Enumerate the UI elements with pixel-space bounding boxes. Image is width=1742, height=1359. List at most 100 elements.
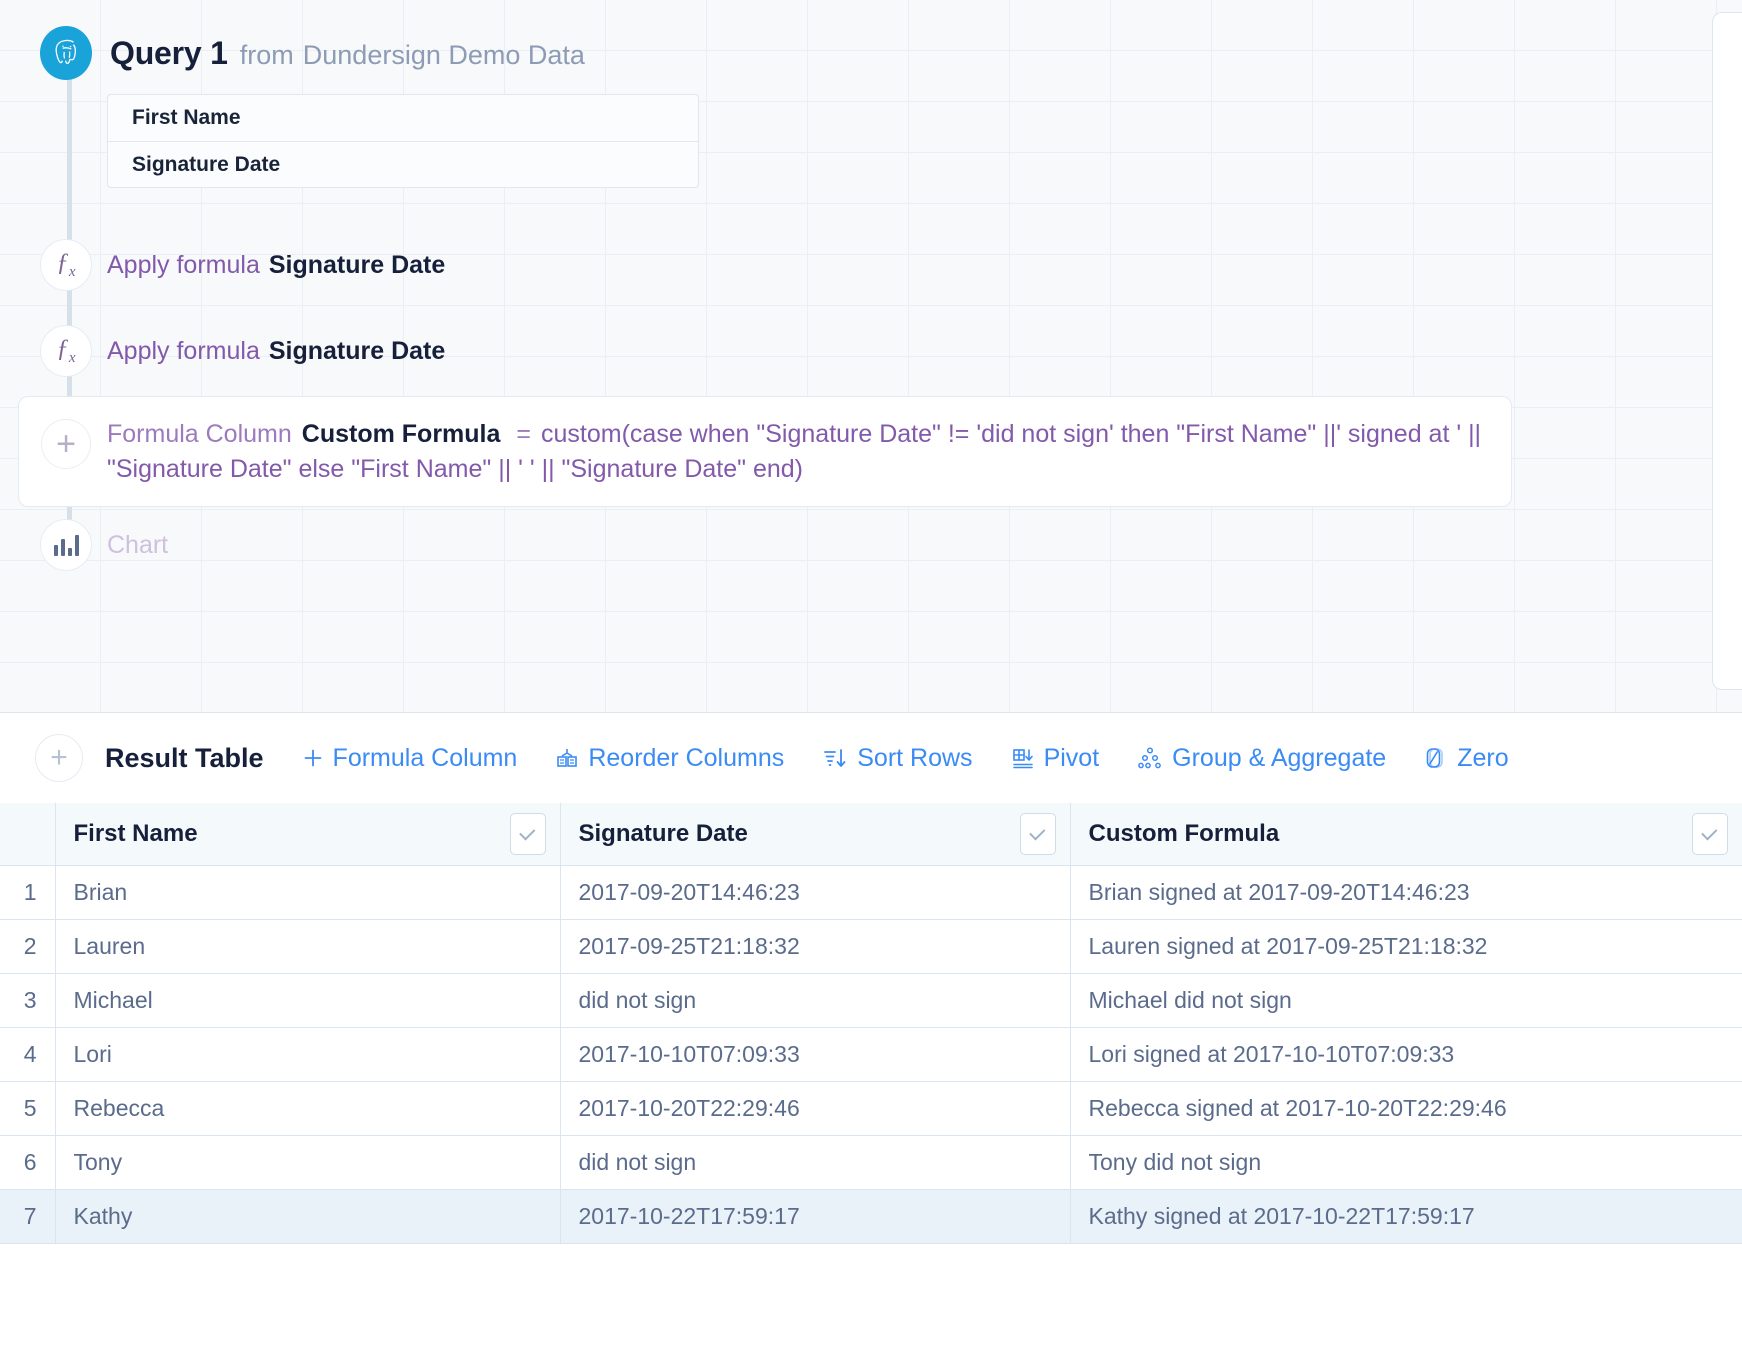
pivot-button-label: Pivot xyxy=(1043,743,1100,772)
column-header-custom-formula[interactable]: Custom Formula xyxy=(1070,803,1742,866)
result-table-toolbar: + Result Table Formula Column Reorder Co… xyxy=(0,713,1742,803)
cell-signature-date[interactable]: 2017-09-25T21:18:32 xyxy=(560,919,1071,974)
cell-custom-formula[interactable]: Lauren signed at 2017-09-25T21:18:32 xyxy=(1070,919,1742,974)
cell-signature-date[interactable]: 2017-09-20T14:46:23 xyxy=(560,865,1071,920)
zero-button[interactable]: Zero xyxy=(1424,743,1509,773)
result-table-title: Result Table xyxy=(105,742,264,773)
column-header-signature-date[interactable]: Signature Date xyxy=(560,803,1071,866)
group-aggregate-button[interactable]: Group & Aggregate xyxy=(1137,744,1386,773)
cell-custom-formula[interactable]: Michael did not sign xyxy=(1070,973,1742,1028)
reorder-columns-icon xyxy=(555,747,579,769)
cell-first-name[interactable]: Kathy xyxy=(55,1189,561,1244)
cell-signature-date[interactable]: 2017-10-10T07:09:33 xyxy=(560,1027,1071,1082)
pipeline-step-label: Apply formula Signature Date xyxy=(107,251,445,280)
pivot-icon xyxy=(1011,747,1035,769)
group-aggregate-button-label: Group & Aggregate xyxy=(1172,743,1387,772)
cell-first-name[interactable]: Rebecca xyxy=(55,1081,561,1136)
result-table-section: + Result Table Formula Column Reorder Co… xyxy=(0,712,1742,1359)
sort-rows-button[interactable]: Sort Rows xyxy=(822,743,973,773)
zero-button-label: Zero xyxy=(1457,743,1509,772)
cell-first-name[interactable]: Brian xyxy=(55,865,561,920)
table-header: First Name Signature Date Custom Formula xyxy=(0,803,1742,866)
sort-rows-button-label: Sort Rows xyxy=(857,743,973,772)
plus-icon xyxy=(302,747,324,769)
query-title: Query 1 xyxy=(110,34,228,71)
query-title-group: Query 1 from Dundersign Demo Data xyxy=(110,35,585,72)
row-number: 2 xyxy=(0,919,56,974)
cell-custom-formula[interactable]: Brian signed at 2017-09-20T14:46:23 xyxy=(1070,865,1742,920)
table-row[interactable]: 4 Lori 2017-10-10T07:09:33 Lori signed at 2… xyxy=(0,1027,1742,1082)
row-number: 7 xyxy=(0,1189,56,1244)
query-header[interactable]: Query 1 from Dundersign Demo Data xyxy=(40,25,585,81)
table-row[interactable]: 7 Kathy 2017-10-22T17:59:17 Kathy signed at… xyxy=(0,1189,1742,1244)
formula-column-name: Custom Formula xyxy=(301,420,501,448)
chevron-down-icon[interactable] xyxy=(1019,813,1056,855)
bar-chart-icon xyxy=(40,519,92,571)
formula-column-button-label: Formula Column xyxy=(332,743,518,772)
chevron-down-icon[interactable] xyxy=(509,813,546,855)
column-header-label: Custom Formula xyxy=(1088,820,1280,847)
column-header-label: First Name xyxy=(73,820,198,847)
column-header-label: Signature Date xyxy=(578,820,748,847)
formula-card-body: Formula Column Custom Formula = custom(case… xyxy=(107,413,1489,486)
cell-custom-formula[interactable]: Kathy signed at 2017-10-22T17:59:17 xyxy=(1070,1189,1742,1244)
pipeline-step-label: Apply formula Signature Date xyxy=(107,337,445,366)
table-row[interactable]: 5 Rebecca 2017-10-20T22:29:46 Rebecca signe… xyxy=(0,1081,1742,1136)
pipeline-panel: Query 1 from Dundersign Demo Data First … xyxy=(0,0,1742,712)
cell-signature-date[interactable]: did not sign xyxy=(560,973,1071,1028)
chevron-down-icon[interactable] xyxy=(1691,813,1728,855)
query-column-item[interactable]: Signature Date xyxy=(108,141,698,187)
query-column-item[interactable]: First Name xyxy=(108,95,698,141)
cell-first-name[interactable]: Lauren xyxy=(55,919,561,974)
cell-custom-formula[interactable]: Lori signed at 2017-10-10T07:09:33 xyxy=(1070,1027,1742,1082)
cell-first-name[interactable]: Tony xyxy=(55,1135,561,1190)
pipeline-step-apply-formula-1[interactable]: ƒx Apply formula Signature Date xyxy=(40,237,445,293)
table-body: 1 Brian 2017-09-20T14:46:23 Brian signed at… xyxy=(0,865,1742,1244)
row-number: 1 xyxy=(0,865,56,920)
formula-column-card[interactable]: + Formula Column Custom Formula = custom(ca… xyxy=(18,396,1512,507)
table-row[interactable]: 2 Lauren 2017-09-25T21:18:32 Lauren signed … xyxy=(0,919,1742,974)
table-row[interactable]: 6 Tony did not sign Tony did not sign xyxy=(0,1135,1742,1190)
cell-first-name[interactable]: Lori xyxy=(55,1027,561,1082)
formula-column-button[interactable]: Formula Column xyxy=(302,743,518,773)
group-aggregate-icon xyxy=(1137,747,1163,769)
chart-step-label: Chart xyxy=(107,530,169,559)
result-table: First Name Signature Date Custom Formula xyxy=(0,803,1742,1244)
cell-signature-date[interactable]: 2017-10-22T17:59:17 xyxy=(560,1189,1071,1244)
row-number: 5 xyxy=(0,1081,56,1136)
query-column-list: First Name Signature Date xyxy=(107,94,699,188)
cell-signature-date[interactable]: 2017-10-20T22:29:46 xyxy=(560,1081,1071,1136)
step-target-text: Signature Date xyxy=(268,250,446,279)
zero-icon xyxy=(1424,746,1448,770)
row-number: 4 xyxy=(0,1027,56,1082)
cell-custom-formula[interactable]: Rebecca signed at 2017-10-20T22:29:46 xyxy=(1070,1081,1742,1136)
reorder-columns-button-label: Reorder Columns xyxy=(588,743,785,772)
sort-rows-icon xyxy=(822,747,848,769)
step-target-text: Signature Date xyxy=(268,336,446,365)
pipeline-step-chart[interactable]: Chart xyxy=(40,517,168,573)
step-action-text: Apply formula xyxy=(107,250,260,279)
cell-signature-date[interactable]: did not sign xyxy=(560,1135,1071,1190)
reorder-columns-button[interactable]: Reorder Columns xyxy=(555,744,784,773)
formula-equals-sign: = xyxy=(516,420,532,448)
step-action-text: Apply formula xyxy=(107,336,260,365)
postgres-elephant-icon xyxy=(40,26,92,80)
plus-icon[interactable]: + xyxy=(41,419,91,469)
table-row[interactable]: 1 Brian 2017-09-20T14:46:23 Brian signed at… xyxy=(0,865,1742,920)
row-number: 3 xyxy=(0,973,56,1028)
table-row[interactable]: 3 Michael did not sign Michael did not sign xyxy=(0,973,1742,1028)
cell-first-name[interactable]: Michael xyxy=(55,973,561,1028)
query-source[interactable]: Dundersign Demo Data xyxy=(303,40,585,71)
table-header-row: First Name Signature Date Custom Formula xyxy=(0,803,1742,866)
formula-column-label: Formula Column xyxy=(107,420,292,448)
row-number: 6 xyxy=(0,1135,56,1190)
right-side-panel xyxy=(1712,12,1742,690)
pipeline-step-apply-formula-2[interactable]: ƒx Apply formula Signature Date xyxy=(40,323,445,379)
row-number-header xyxy=(0,803,56,866)
column-header-first-name[interactable]: First Name xyxy=(55,803,561,866)
fx-icon: ƒx xyxy=(40,325,92,377)
plus-icon[interactable]: + xyxy=(35,734,83,782)
pivot-button[interactable]: Pivot xyxy=(1011,743,1100,773)
cell-custom-formula[interactable]: Tony did not sign xyxy=(1070,1135,1742,1190)
fx-icon: ƒx xyxy=(40,239,92,291)
